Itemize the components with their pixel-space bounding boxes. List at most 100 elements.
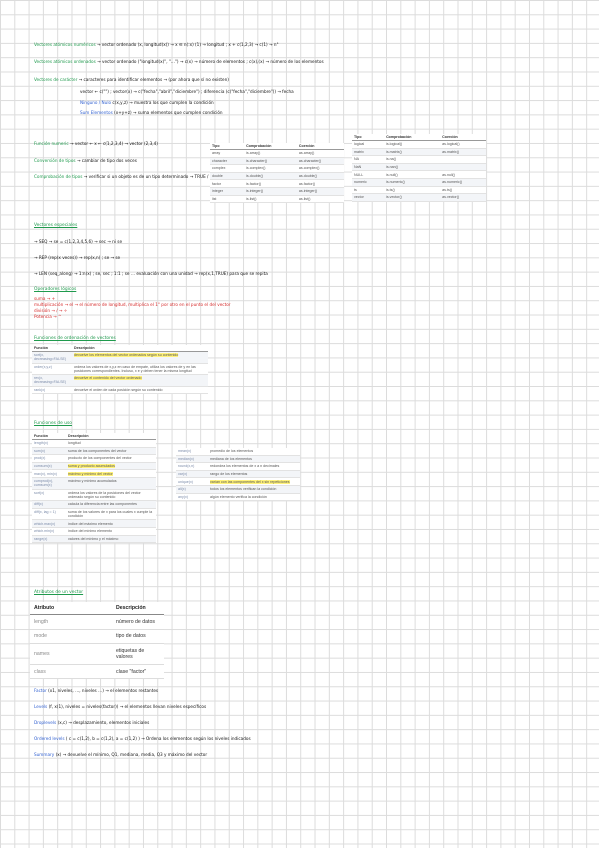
cell: is.nan()	[384, 163, 441, 172]
top-note-5-text: c(x,y,z) → muestra los que cumplen la co…	[112, 100, 214, 105]
table-row: which.max(x) índice del máximo elemento	[32, 519, 156, 528]
vectores-especiales-line-2: → REP (rep(x veces)) → rep(x,n) ; se → s…	[34, 255, 121, 260]
table-row: character is.character() as.character()	[210, 157, 344, 166]
cell-fn: sort(x, decreasing=FALSE)	[32, 351, 72, 364]
bottom-line-keyword: Summary	[34, 752, 55, 757]
cell-desc: ordena los valores de la posiciones del …	[66, 489, 156, 502]
section-vectores-especiales: Vectores especiales	[34, 223, 78, 228]
cell-desc: mediana de los elementos	[208, 455, 300, 464]
cell: as.complex()	[296, 164, 344, 173]
table-row: matrix is.matrix() as.matrix()	[352, 148, 486, 157]
table-row: unique(x) varían con las componentes del …	[176, 477, 300, 486]
bottom-line-text: ( c = c(1,2), b = c(1,2), a = c(1,2) ) →…	[65, 736, 251, 741]
top-note-6-label: Sum Elementos	[80, 110, 113, 115]
cell-desc: calcula la diferencia entre las componen…	[66, 500, 156, 509]
cell: vector	[352, 193, 385, 202]
cell-fn: cumsum(x)	[32, 462, 66, 471]
cell: is.array()	[244, 149, 297, 158]
cell: as.matrix()	[440, 148, 486, 157]
cell-fn: which.max(x)	[32, 519, 66, 528]
cell: is.factor()	[244, 179, 297, 188]
cell-desc: promedio de los elementos	[208, 448, 300, 456]
middle-note-1-text: → vector ← x ← c(1,2,3,4) → vector (2,3,…	[70, 141, 158, 146]
cell: as.double()	[296, 172, 344, 181]
top-note-2-label: Vectores atómicos ordenados	[34, 59, 96, 64]
highlighted-text: devuelve el contenido del vector ordenad…	[74, 376, 142, 381]
cell-fn: max(x), min(x)	[32, 469, 66, 478]
cell: is.numeric()	[384, 178, 441, 187]
table-row: list is.list() as.list()	[210, 195, 344, 204]
table-row: integer is.integer() as.integer()	[210, 187, 344, 196]
cell: ts	[352, 186, 385, 195]
cell-desc: suma de los valores de x para los cuales…	[66, 508, 156, 521]
cell: NULL	[352, 170, 385, 179]
highlighted-text: máximo y mínimo del vector	[68, 471, 113, 476]
cell: is.double()	[244, 172, 297, 181]
cell: is.list()	[244, 195, 297, 204]
cell-desc: redondea los elementos de x a n decimale…	[208, 462, 300, 471]
cell-desc: varían con las componentes del x sin rep…	[208, 477, 300, 486]
cell-fn: mean(x)	[176, 448, 208, 456]
cell-desc: índice del mínimo elemento	[66, 527, 156, 536]
col-descripcion: Descripción	[112, 602, 164, 615]
middle-note-3: Comprobación de tipos → verificar si un …	[34, 174, 222, 180]
cell: as.numeric()	[440, 178, 486, 187]
cell-fn: range(x)	[32, 535, 66, 544]
cell: is.character()	[244, 157, 297, 166]
table-row: double is.double() as.double()	[210, 172, 344, 181]
table-row: diff(x, lag = 1) suma de los valores de x…	[32, 508, 156, 521]
middle-note-2: Conversión de tipos → cambiar de tipo do…	[34, 158, 137, 164]
cell: is.vector()	[384, 193, 441, 202]
table-row: diff(x) calcula la diferencia entre las c…	[32, 500, 156, 509]
cell-fn: var(x)	[176, 470, 208, 479]
middle-note-2-text: → cambiar de tipo dos veces	[76, 158, 137, 163]
cell-fn: length(x)	[32, 439, 66, 448]
table-row: var(x) rango de los elementos	[176, 470, 300, 479]
table-row: max(x), min(x) máximo y mínimo del vector	[32, 469, 156, 478]
cell-fn: median(x)	[176, 455, 208, 464]
top-note-1: Vectores atómicos numéricos → vector ord…	[34, 42, 279, 48]
cell-desc: etiquetas de valores	[112, 643, 164, 665]
cell-desc: producto de los componentes del vector	[66, 454, 156, 463]
cell: complex	[210, 164, 245, 173]
table-row: order(x,y,z) ordena los valores de x,y,z …	[32, 363, 208, 376]
cell-desc: suma y producto acumulados	[66, 462, 156, 471]
table-row: range(x) valores del mínimo y el máximo	[32, 535, 156, 544]
table-row: NULL is.null() as.null()	[352, 170, 486, 179]
bottom-line-ordered: Ordered levels ( c = c(1,2), b = c(1,2),…	[34, 736, 251, 741]
table-row: mode tipo de datos	[30, 629, 164, 645]
cell: is.integer()	[244, 187, 297, 196]
cell-fn: unique(x)	[176, 477, 208, 486]
section-funciones-uso: Funciones de uso	[34, 421, 72, 426]
highlighted-text: varían con las componentes del x sin rep…	[210, 479, 290, 484]
cell: NA	[352, 155, 385, 164]
cell-fn: all(x)	[176, 485, 208, 494]
funciones-uso-right-table: mean(x) promedio de los elementos median(…	[176, 448, 300, 502]
table-row: sum(x) suma de los componentes del vector	[32, 447, 156, 456]
top-note-2: Vectores atómicos ordenados → vector ord…	[34, 59, 324, 65]
cell-desc: valores del mínimo y el máximo	[66, 535, 156, 544]
section-ordenacion: Funciones de ordenación de vectores	[34, 336, 116, 341]
bottom-line-keyword: Droplevels	[34, 720, 57, 725]
highlighted-text: suma y producto acumulados	[68, 464, 115, 469]
bottom-line-summary: Summary (x) → devuelve el mínimo, Q1, me…	[34, 752, 207, 757]
cell-desc: ordena los valores de x,y,z en caso de e…	[72, 363, 208, 376]
top-note-3: Vectores de carácter → caracteres para i…	[34, 77, 229, 83]
vectores-especiales-line-3: → LEN (seq_along) → 1:n(x) ; se, sec ; 1…	[34, 271, 268, 276]
table-row: round(x,n) redondea los elementos de x a …	[176, 462, 300, 471]
bottom-line-text: (x1, niveles, …, niveles …) → el element…	[48, 688, 159, 693]
bottom-line-text: (x,c) → desplazamiento, elementos inicia…	[57, 720, 150, 725]
cell-fn: prod(x)	[32, 454, 66, 463]
bottom-line-keyword: Factor	[34, 688, 47, 693]
cell: as.null()	[440, 170, 486, 179]
table-row: length número de datos	[30, 614, 164, 630]
cell-fn: sum(x)	[32, 447, 66, 456]
table-row: all(x) todos los elementos verifican la c…	[176, 485, 300, 494]
bottom-line-text: (x) → devuelve el mínimo, Q1, mediana, m…	[55, 752, 208, 757]
table-row: sort(x, decreasing=FALSE) devuelve los el…	[32, 351, 208, 364]
cell: matrix	[352, 148, 385, 157]
cell-fn: round(x,n)	[176, 462, 208, 471]
cell-fn: diff(x, lag = 1)	[32, 508, 66, 521]
cell: character	[210, 157, 245, 166]
cell-desc: todos los elementos verifican la condici…	[208, 485, 300, 494]
